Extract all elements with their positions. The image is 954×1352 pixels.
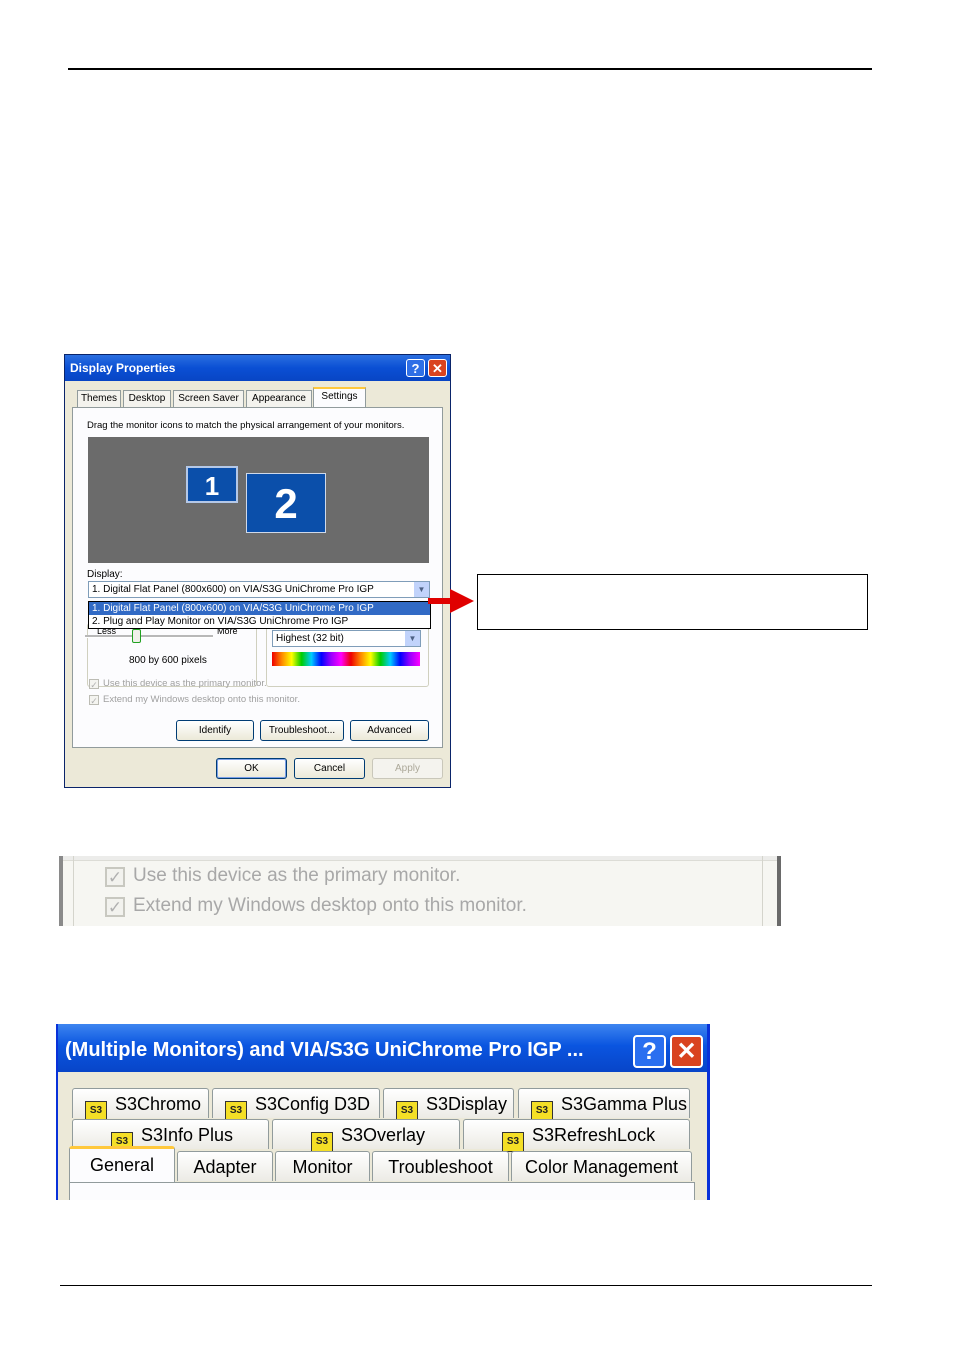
tab-s3gamma-plus-label: S3Gamma Plus <box>561 1094 688 1114</box>
display-dropdown-list[interactable]: 1. Digital Flat Panel (800x600) on VIA/S… <box>88 601 431 629</box>
color-quality-select[interactable]: Highest (32 bit) ▼ <box>272 630 421 647</box>
display-properties-dialog: Display Properties ? ✕ Themes Desktop Sc… <box>64 354 451 788</box>
primary-monitor-checkbox[interactable]: ✓ <box>89 679 99 690</box>
monitor-1-icon[interactable]: 1 <box>186 466 238 503</box>
tab-general[interactable]: General <box>69 1146 175 1182</box>
chevron-down-icon[interactable]: ▼ <box>405 631 420 646</box>
tab-s3overlay[interactable]: S3 S3Overlay <box>272 1119 460 1152</box>
apply-button[interactable]: Apply <box>372 758 443 779</box>
primary-monitor-label: Use this device as the primary monitor. <box>103 678 267 689</box>
tab-themes[interactable]: Themes <box>77 390 121 407</box>
tab-s3refreshlock[interactable]: S3 S3RefreshLock <box>463 1119 690 1152</box>
zoom-inner-right-edge <box>762 856 763 926</box>
zoom-extend-label: Extend my Windows desktop onto this moni… <box>133 895 527 916</box>
tab-s3config-d3d[interactable]: S3 S3Config D3D <box>212 1088 380 1121</box>
tab-s3display[interactable]: S3 S3Display <box>383 1088 514 1121</box>
zoom-primary-checkbox[interactable]: ✓ <box>105 867 125 887</box>
mm-close-button[interactable]: ✕ <box>670 1035 703 1068</box>
footer-rule <box>60 1285 872 1286</box>
dialog-title: Display Properties <box>65 355 450 381</box>
s3-icon: S3 <box>85 1101 107 1121</box>
ok-button[interactable]: OK <box>216 758 287 779</box>
tab-s3overlay-label: S3Overlay <box>341 1125 426 1145</box>
zoom-top-edge <box>63 856 777 861</box>
tab-s3chromo[interactable]: S3 S3Chromo <box>72 1088 209 1121</box>
advanced-button[interactable]: Advanced <box>350 720 429 741</box>
callout-arrow-shaft <box>428 598 452 604</box>
header-rule <box>68 68 872 70</box>
help-button[interactable]: ? <box>406 359 425 377</box>
tab-s3refreshlock-label: S3RefreshLock <box>532 1125 656 1145</box>
callout-box <box>477 574 868 630</box>
color-quality-bar <box>272 652 420 666</box>
chevron-down-icon[interactable]: ▼ <box>414 582 429 597</box>
tab-screen-saver[interactable]: Screen Saver <box>173 390 244 407</box>
tab-appearance[interactable]: Appearance <box>246 390 312 407</box>
mm-tab-panel <box>69 1182 695 1200</box>
callout-arrow-icon <box>450 589 474 613</box>
dropdown-option-2[interactable]: 2. Plug and Play Monitor on VIA/S3G UniC… <box>89 615 430 628</box>
identify-button[interactable]: Identify <box>176 720 254 741</box>
display-label: Display: <box>87 569 123 580</box>
s3-icon: S3 <box>396 1101 418 1121</box>
display-select-value: 1. Digital Flat Panel (800x600) on VIA/S… <box>92 584 374 595</box>
s3-icon: S3 <box>225 1101 247 1121</box>
zoom-inner-left-edge <box>73 856 74 926</box>
close-button[interactable]: ✕ <box>428 359 447 377</box>
troubleshoot-button[interactable]: Troubleshoot... <box>260 720 344 741</box>
tab-monitor[interactable]: Monitor <box>275 1151 370 1181</box>
zoom-extend-checkbox[interactable]: ✓ <box>105 897 125 917</box>
settings-panel: Drag the monitor icons to match the phys… <box>72 407 443 748</box>
cancel-button[interactable]: Cancel <box>294 758 365 779</box>
extend-desktop-label: Extend my Windows desktop onto this moni… <box>103 694 300 705</box>
resolution-slider-track[interactable] <box>85 635 213 638</box>
extend-desktop-checkbox[interactable]: ✓ <box>89 695 99 706</box>
tab-troubleshoot[interactable]: Troubleshoot <box>372 1151 509 1181</box>
tab-s3gamma-plus[interactable]: S3 S3Gamma Plus <box>518 1088 690 1121</box>
monitor-arrangement-area[interactable]: 1 2 <box>88 437 429 563</box>
tab-settings[interactable]: Settings <box>313 387 366 408</box>
tab-adapter[interactable]: Adapter <box>177 1151 273 1181</box>
multiple-monitors-dialog: (Multiple Monitors) and VIA/S3G UniChrom… <box>56 1024 710 1200</box>
tab-s3chromo-label: S3Chromo <box>115 1094 202 1114</box>
tab-s3info-plus-label: S3Info Plus <box>141 1125 234 1145</box>
s3-icon: S3 <box>502 1132 524 1152</box>
resolution-slider-thumb[interactable] <box>132 629 141 643</box>
s3-icon: S3 <box>311 1132 333 1152</box>
resolution-text: 800 by 600 pixels <box>129 655 207 666</box>
tab-s3config-d3d-label: S3Config D3D <box>255 1094 371 1114</box>
mm-help-button[interactable]: ? <box>633 1035 666 1068</box>
tab-s3info-plus[interactable]: S3 S3Info Plus <box>72 1119 269 1152</box>
color-quality-value: Highest (32 bit) <box>276 633 344 644</box>
monitor-2-icon[interactable]: 2 <box>246 473 326 533</box>
instruction-text: Drag the monitor icons to match the phys… <box>87 420 405 431</box>
s3-icon: S3 <box>531 1101 553 1121</box>
zoomed-checkboxes-panel: ✓ Use this device as the primary monitor… <box>59 856 781 926</box>
mm-dialog-title: (Multiple Monitors) and VIA/S3G UniChrom… <box>58 1024 707 1072</box>
display-select[interactable]: 1. Digital Flat Panel (800x600) on VIA/S… <box>88 581 430 598</box>
tab-color-management[interactable]: Color Management <box>511 1151 692 1181</box>
zoom-primary-label: Use this device as the primary monitor. <box>133 865 461 886</box>
dropdown-option-1[interactable]: 1. Digital Flat Panel (800x600) on VIA/S… <box>89 602 430 615</box>
tab-s3display-label: S3Display <box>426 1094 508 1114</box>
tab-desktop[interactable]: Desktop <box>123 390 171 407</box>
